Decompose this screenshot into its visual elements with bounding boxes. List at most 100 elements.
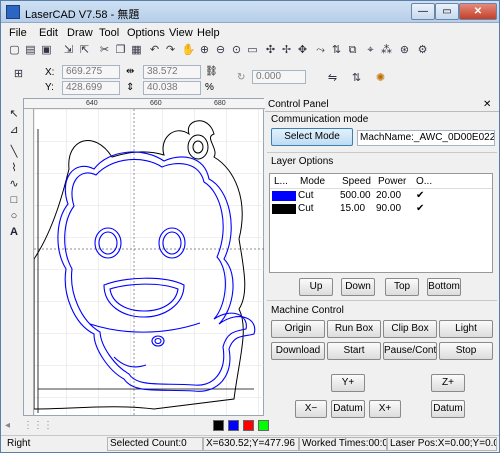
- pause-continue-button[interactable]: Pause/Continue: [383, 342, 437, 360]
- maximize-button[interactable]: ▭: [435, 3, 459, 20]
- menu-tool[interactable]: Tool: [99, 27, 119, 39]
- width-icon: ⇹: [126, 66, 135, 77]
- save-icon[interactable]: ▣: [39, 43, 54, 58]
- close-button[interactable]: ✕: [459, 3, 497, 20]
- download-button[interactable]: Download: [271, 342, 325, 360]
- select-tool-icon[interactable]: ↖: [7, 107, 21, 121]
- column-header-output[interactable]: O...: [416, 176, 432, 187]
- datum-button[interactable]: Datum: [331, 400, 365, 418]
- panel-close-icon[interactable]: ✕: [483, 99, 491, 110]
- layer-color-swatch: [272, 204, 296, 214]
- palette-color-swatch[interactable]: [258, 420, 269, 431]
- control-panel: Control Panel ✕ Communication mode Selec…: [265, 98, 499, 432]
- copy-icon[interactable]: ❐: [113, 43, 128, 58]
- group-icon[interactable]: ✢: [279, 43, 294, 58]
- jog-y-plus-button[interactable]: Y+: [331, 374, 365, 392]
- jog-x-plus-button[interactable]: X+: [369, 400, 401, 418]
- ellipse-tool-icon[interactable]: ○: [7, 209, 21, 223]
- zoom-page-icon[interactable]: ⊙: [229, 43, 244, 58]
- title-bar[interactable]: LaserCAD V7.58 - 無題 — ▭ ✕: [1, 1, 499, 23]
- app-window: LaserCAD V7.58 - 無題 — ▭ ✕ File Edit Draw…: [0, 0, 500, 453]
- minimize-button[interactable]: —: [411, 3, 435, 20]
- zoom-out-icon[interactable]: ⊖: [213, 43, 228, 58]
- menu-help[interactable]: Help: [197, 27, 220, 39]
- optimize-icon[interactable]: ⧉: [345, 43, 360, 58]
- open-file-icon[interactable]: ▤: [23, 43, 38, 58]
- menu-view[interactable]: View: [169, 27, 193, 39]
- sort-icon[interactable]: ⇅: [329, 43, 344, 58]
- menu-draw[interactable]: Draw: [67, 27, 93, 39]
- jog-z-plus-button[interactable]: Z+: [431, 374, 465, 392]
- layer-top-button[interactable]: Top: [385, 278, 419, 296]
- select-mode-button[interactable]: Select Mode: [271, 128, 353, 146]
- palette-scroll-left-icon[interactable]: ◂: [5, 420, 10, 431]
- start-button[interactable]: Start: [327, 342, 381, 360]
- rotate-angle-field[interactable]: 0.000: [252, 70, 306, 84]
- machine-name-field: MachName:_AWC_0D00E022: [357, 130, 495, 146]
- layer-mode: Cut: [298, 203, 314, 214]
- design-drawing[interactable]: [34, 109, 264, 415]
- bezier-tool-icon[interactable]: ∿: [7, 177, 21, 191]
- pan-icon[interactable]: ✋: [181, 43, 196, 58]
- layer-down-button[interactable]: Down: [341, 278, 375, 296]
- column-header-speed[interactable]: Speed: [342, 176, 371, 187]
- width-field[interactable]: 38.572: [143, 65, 201, 79]
- zoom-in-icon[interactable]: ⊕: [197, 43, 212, 58]
- zoom-fit-icon[interactable]: ▭: [245, 43, 260, 58]
- light-button[interactable]: Light: [439, 320, 493, 338]
- clip-box-button[interactable]: Clip Box: [383, 320, 437, 338]
- height-field[interactable]: 40.038: [143, 81, 201, 95]
- simulate-icon[interactable]: ⌖: [363, 43, 378, 58]
- undo-icon[interactable]: ↶: [147, 43, 162, 58]
- import-icon[interactable]: ⇲: [61, 43, 76, 58]
- node-tool-icon[interactable]: ⊿: [7, 123, 21, 137]
- laser-icon[interactable]: ✺: [373, 71, 388, 86]
- array-icon[interactable]: ⁂: [379, 43, 394, 58]
- menu-edit[interactable]: Edit: [39, 27, 58, 39]
- settings-icon[interactable]: ⚙: [415, 43, 430, 58]
- palette-color-swatch[interactable]: [213, 420, 224, 431]
- anchor-grid-icon[interactable]: ⊞: [11, 67, 26, 82]
- export-icon[interactable]: ⇱: [77, 43, 92, 58]
- layer-row[interactable]: Cut 15.00 90.00 ✔: [270, 203, 492, 216]
- column-header-power[interactable]: Power: [378, 176, 406, 187]
- palette-color-swatch[interactable]: [228, 420, 239, 431]
- target-icon[interactable]: ⊛: [397, 43, 412, 58]
- line-tool-icon[interactable]: ╲: [7, 145, 21, 159]
- palette-color-swatch[interactable]: [243, 420, 254, 431]
- origin-button[interactable]: Origin: [271, 320, 325, 338]
- palette-menu-icon[interactable]: ⋮⋮⋮: [23, 420, 53, 431]
- lock-ratio-icon[interactable]: ⛓: [205, 66, 218, 77]
- rectangle-tool-icon[interactable]: □: [7, 193, 21, 207]
- x-position-field[interactable]: 669.275: [62, 65, 120, 79]
- layer-bottom-button[interactable]: Bottom: [427, 278, 461, 296]
- menu-options[interactable]: Options: [127, 27, 165, 39]
- run-box-button[interactable]: Run Box: [327, 320, 381, 338]
- paste-icon[interactable]: ▦: [129, 43, 144, 58]
- drawing-canvas[interactable]: 640 660 680: [23, 98, 265, 416]
- text-tool-icon[interactable]: A: [7, 225, 21, 239]
- polyline-tool-icon[interactable]: ⌇: [7, 161, 21, 175]
- column-header-layer[interactable]: L...: [274, 176, 288, 187]
- path-icon[interactable]: ⤳: [313, 43, 328, 58]
- y-position-field[interactable]: 428.699: [62, 81, 120, 95]
- layer-row[interactable]: Cut 500.00 20.00 ✔: [270, 190, 492, 203]
- status-worked-times: Worked Times:00:00: [299, 437, 387, 451]
- layer-table[interactable]: L... Mode Speed Power O... Cut 500.00 20…: [269, 173, 493, 273]
- status-cursor-position: X=630.52;Y=477.96: [203, 437, 299, 451]
- layer-output-checkbox[interactable]: ✔: [416, 190, 424, 201]
- mirror-v-icon[interactable]: ⇅: [349, 71, 364, 86]
- layer-up-button[interactable]: Up: [299, 278, 333, 296]
- menu-file[interactable]: File: [9, 27, 27, 39]
- new-file-icon[interactable]: ▢: [7, 43, 22, 58]
- node-edit-icon[interactable]: ✣: [263, 43, 278, 58]
- z-datum-button[interactable]: Datum: [431, 400, 465, 418]
- ungroup-icon[interactable]: ✥: [295, 43, 310, 58]
- layer-output-checkbox[interactable]: ✔: [416, 203, 424, 214]
- redo-icon[interactable]: ↷: [163, 43, 178, 58]
- mirror-h-icon[interactable]: ⇋: [325, 71, 340, 86]
- jog-x-minus-button[interactable]: X−: [295, 400, 327, 418]
- column-header-mode[interactable]: Mode: [300, 176, 325, 187]
- cut-icon[interactable]: ✂: [97, 43, 112, 58]
- stop-button[interactable]: Stop: [439, 342, 493, 360]
